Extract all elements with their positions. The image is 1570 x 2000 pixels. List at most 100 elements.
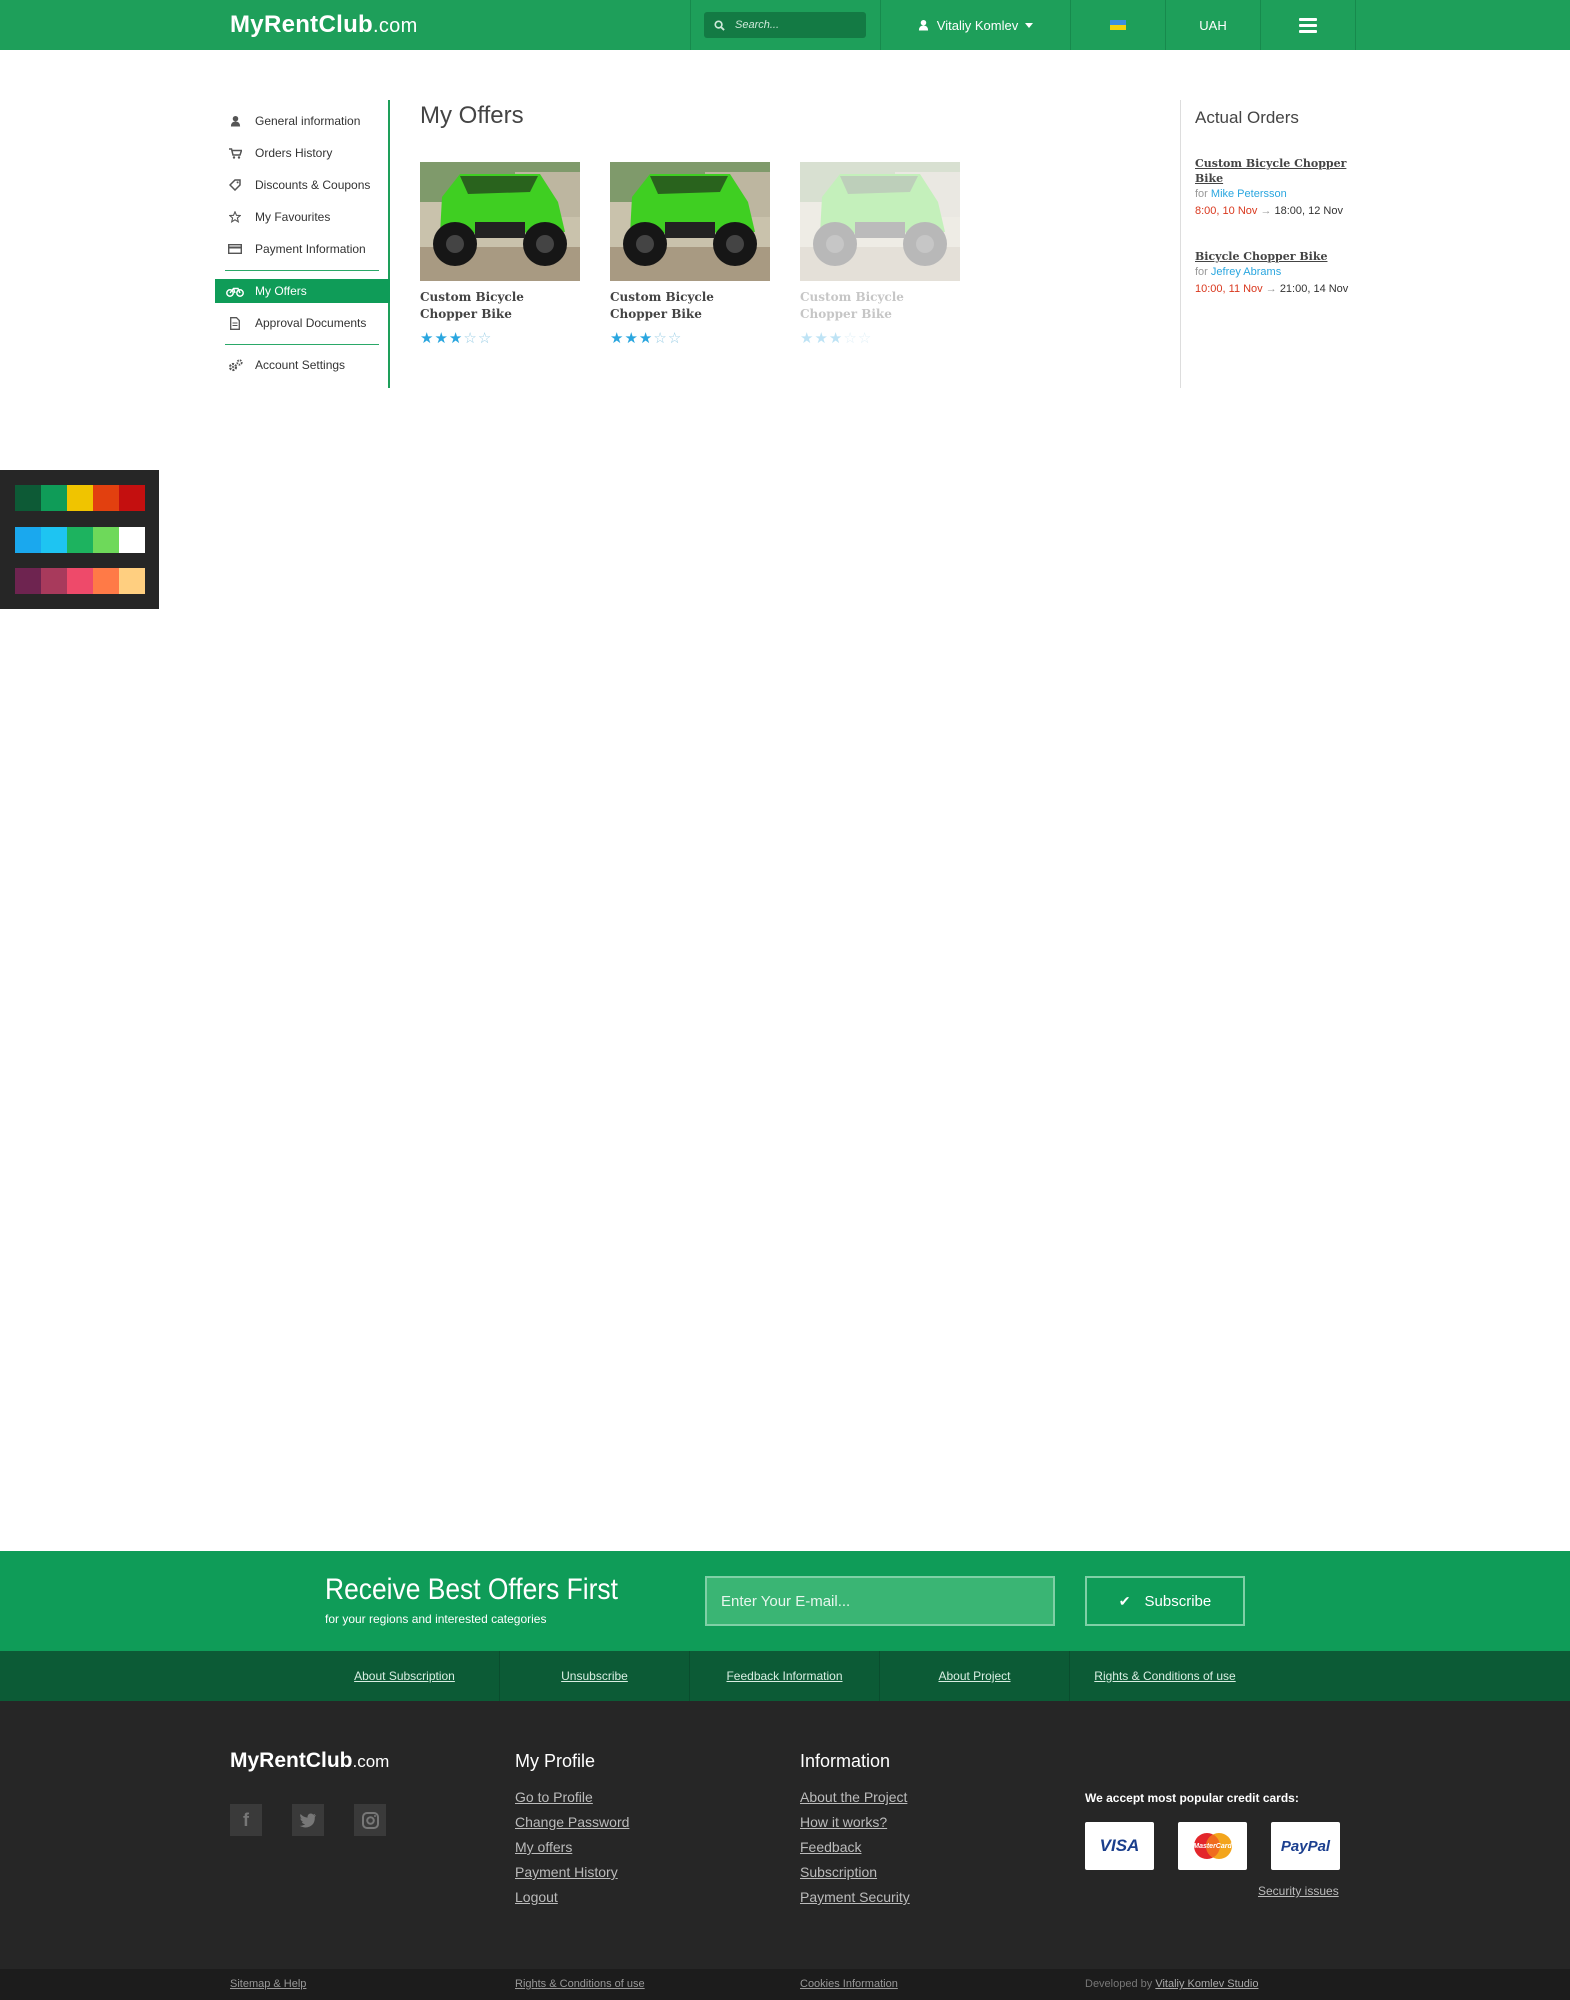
link-my-offers[interactable]: My offers [515, 1835, 629, 1860]
star-empty-icon: ☆ [857, 330, 873, 347]
twitter-icon[interactable] [292, 1804, 324, 1836]
footer-profile-column: My Profile Go to Profile Change Password… [515, 1751, 629, 1910]
site-logo[interactable]: MyRentClub.com [230, 11, 418, 39]
order-item: Custom Bicycle Chopper Bike for Mike Pet… [1195, 156, 1370, 220]
instagram-icon[interactable] [354, 1804, 386, 1836]
footer-logo[interactable]: MyRentClub.com [230, 1749, 389, 1773]
palette-row[interactable] [15, 485, 145, 511]
link-unsubscribe[interactable]: Unsubscribe [500, 1651, 690, 1701]
check-icon: ✔ [1118, 1592, 1131, 1609]
color-swatch[interactable] [93, 485, 119, 511]
sidebar-item-payment-information[interactable]: Payment Information [215, 237, 390, 261]
sidebar-item-orders-history[interactable]: Orders History [215, 141, 390, 165]
document-icon [215, 316, 255, 330]
color-swatch[interactable] [67, 568, 93, 594]
developer-link[interactable]: Vitaliy Komlev Studio [1155, 1978, 1258, 1990]
offer-title[interactable]: Custom Bicycle Chopper Bike [420, 289, 580, 323]
sidebar-item-general-information[interactable]: General information [215, 109, 390, 133]
customer-link[interactable]: Jefrey Abrams [1211, 266, 1281, 278]
order-title[interactable]: Bicycle Chopper Bike [1195, 249, 1370, 264]
subscribe-title: Receive Best Offers First [325, 1573, 618, 1606]
gears-icon [215, 358, 255, 372]
order-item: Bicycle Chopper Bike for Jefrey Abrams 1… [1195, 249, 1370, 298]
offer-image[interactable] [420, 162, 580, 281]
link-payment-history[interactable]: Payment History [515, 1860, 629, 1885]
star-filled-icon: ★ [800, 330, 815, 347]
footer-information-column: Information About the Project How it wor… [800, 1751, 910, 1910]
star-empty-icon: ☆ [463, 330, 478, 347]
sidebar-item-my-offers[interactable]: My Offers [215, 279, 390, 303]
mastercard-card: MasterCard [1178, 1822, 1247, 1870]
link-how-it-works[interactable]: How it works? [800, 1810, 910, 1835]
search-input[interactable]: Search... [704, 12, 866, 38]
caret-down-icon [1025, 22, 1034, 28]
offer-card-inactive[interactable]: Custom Bicycle Chopper Bike ★★★☆☆ [800, 162, 960, 347]
star-filled-icon: ★ [420, 330, 435, 347]
color-swatch[interactable] [119, 485, 145, 511]
language-selector[interactable] [1070, 0, 1165, 50]
link-feedback[interactable]: Feedback [800, 1835, 910, 1860]
footer-profile-title: My Profile [515, 1751, 596, 1771]
offer-card[interactable]: Custom Bicycle Chopper Bike ★★★☆☆ [610, 162, 770, 347]
color-swatch[interactable] [119, 527, 145, 553]
star-icon [215, 211, 255, 223]
offer-image[interactable] [800, 162, 960, 281]
color-swatch[interactable] [119, 568, 145, 594]
link-rights-conditions[interactable]: Rights & Conditions of use [1070, 1651, 1260, 1701]
link-about-project[interactable]: About Project [880, 1651, 1070, 1701]
sidebar-item-discounts-coupons[interactable]: Discounts & Coupons [215, 173, 390, 197]
email-input[interactable]: Enter Your E-mail... [705, 1576, 1055, 1626]
customer-link[interactable]: Mike Petersson [1211, 188, 1287, 200]
bike-icon [215, 286, 255, 297]
link-subscription[interactable]: Subscription [800, 1860, 910, 1885]
star-filled-icon: ★ [434, 330, 449, 347]
subscribe-button[interactable]: ✔ Subscribe [1085, 1576, 1245, 1626]
subscribe-section: Receive Best Offers First for your regio… [0, 1551, 1570, 1651]
cards-title: We accept most popular credit cards: [1085, 1791, 1299, 1805]
color-swatch[interactable] [15, 568, 41, 594]
offer-image[interactable] [610, 162, 770, 281]
menu-button[interactable] [1260, 0, 1356, 50]
color-swatch[interactable] [15, 485, 41, 511]
link-change-password[interactable]: Change Password [515, 1810, 629, 1835]
star-filled-icon: ★ [610, 330, 625, 347]
link-about-subscription[interactable]: About Subscription [310, 1651, 500, 1701]
star-empty-icon: ☆ [653, 330, 668, 347]
sidebar-item-approval-documents[interactable]: Approval Documents [215, 311, 390, 335]
link-logout[interactable]: Logout [515, 1885, 629, 1910]
offer-title[interactable]: Custom Bicycle Chopper Bike [800, 289, 960, 323]
star-empty-icon: ☆ [477, 330, 493, 347]
offer-card[interactable]: Custom Bicycle Chopper Bike ★★★☆☆ [420, 162, 580, 347]
currency-selector[interactable]: UAH [1165, 0, 1260, 50]
color-swatch[interactable] [67, 527, 93, 553]
link-feedback-information[interactable]: Feedback Information [690, 1651, 880, 1701]
color-swatch[interactable] [41, 568, 67, 594]
color-swatch[interactable] [67, 485, 93, 511]
link-payment-security[interactable]: Payment Security [800, 1885, 910, 1910]
sidebar-divider [225, 344, 379, 345]
search-icon [714, 19, 725, 31]
color-swatch[interactable] [41, 527, 67, 553]
color-swatch[interactable] [41, 485, 67, 511]
star-filled-icon: ★ [814, 330, 829, 347]
link-about-the-project[interactable]: About the Project [800, 1785, 910, 1810]
link-cookies-information[interactable]: Cookies Information [800, 1978, 898, 1990]
sidebar-item-my-favourites[interactable]: My Favourites [215, 205, 390, 229]
sidebar-item-account-settings[interactable]: Account Settings [215, 353, 390, 377]
color-swatch[interactable] [93, 527, 119, 553]
order-title[interactable]: Custom Bicycle Chopper Bike [1195, 156, 1370, 186]
color-swatch[interactable] [15, 527, 41, 553]
footer-information-title: Information [800, 1751, 891, 1771]
color-swatch[interactable] [93, 568, 119, 594]
credit-card-icon [215, 244, 255, 254]
palette-row[interactable] [15, 568, 145, 594]
facebook-icon[interactable]: f [230, 1804, 262, 1836]
link-go-to-profile[interactable]: Go to Profile [515, 1785, 629, 1810]
user-menu[interactable]: Vitaliy Komlev [880, 0, 1070, 50]
user-name: Vitaliy Komlev [936, 17, 1019, 33]
link-rights-conditions-bottom[interactable]: Rights & Conditions of use [515, 1978, 645, 1990]
security-issues-link[interactable]: Security issues [1258, 1884, 1339, 1898]
palette-row[interactable] [15, 527, 145, 553]
link-sitemap-help[interactable]: Sitemap & Help [230, 1978, 306, 1990]
offer-title[interactable]: Custom Bicycle Chopper Bike [610, 289, 770, 323]
